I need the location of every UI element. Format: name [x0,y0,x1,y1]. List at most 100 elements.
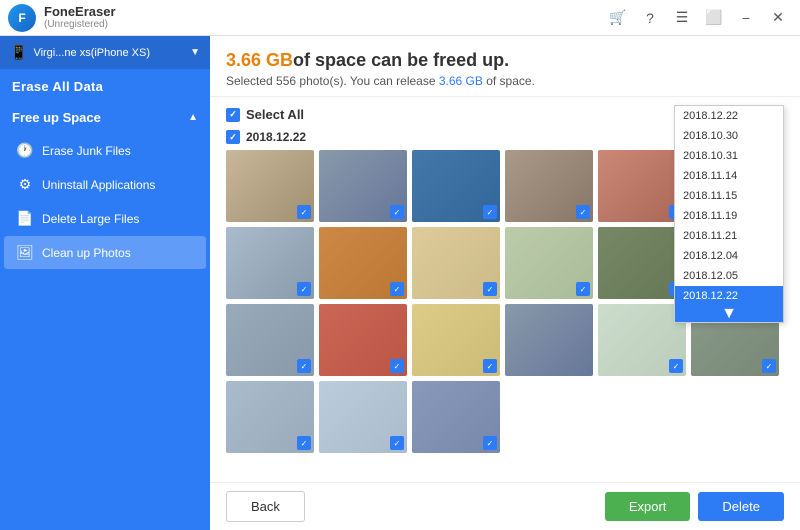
main-layout: 📱 Virgi...ne xs(iPhone XS) ▼ Erase All D… [0,36,800,530]
device-arrow-icon: ▼ [190,47,200,58]
footer-right: Export Delete [605,492,784,521]
date-group-label: 2018.12.22 [246,130,306,144]
help-button[interactable]: ? [636,4,664,32]
photo-item[interactable]: ✓ [226,227,314,299]
subtitle-prefix: Selected [226,74,276,88]
sidebar-erase-title[interactable]: Erase All Data [0,69,210,100]
subtitle-suffix: of space. [483,74,535,88]
back-button[interactable]: Back [226,491,305,522]
photo-check-icon: ✓ [297,282,311,296]
photo-check-icon: ✓ [576,282,590,296]
photo-item[interactable]: ✓ [226,304,314,376]
restore-button[interactable]: ⬜ [700,4,728,32]
device-icon: 📱 [10,44,27,61]
cart-button[interactable]: 🛒 [604,4,632,32]
photo-item[interactable]: ✓ [319,381,407,453]
photo-item[interactable]: ✓ [598,227,686,299]
delete-large-icon: 📄 [16,210,34,227]
content-panel: 3.66 GBof space can be freed up. Selecte… [210,36,800,530]
photo-item[interactable]: ✓ [598,304,686,376]
subtitle-gb: 3.66 GB [439,74,483,88]
sidebar-item-clean-photos[interactable]: 🖼 Clean up Photos [4,236,206,269]
sidebar-item-uninstall-apps[interactable]: ⚙ Uninstall Applications [4,168,206,201]
dropdown-item-8[interactable]: 2018.12.05 [675,266,783,286]
photo-item[interactable] [505,304,593,376]
photo-check-icon: ✓ [390,282,404,296]
date-checkbox[interactable]: ✓ [226,130,240,144]
uninstall-apps-label: Uninstall Applications [42,178,155,192]
title-bar-left: F FoneEraser (Unregistered) [8,4,116,32]
close-button[interactable]: ✕ [764,4,792,32]
photo-item[interactable]: ✓ [319,304,407,376]
app-logo: F [8,4,36,32]
clean-photos-label: Clean up Photos [42,246,131,260]
dropdown-item-9[interactable]: 2018.12.22 [675,286,783,306]
erase-junk-label: Erase Junk Files [42,144,131,158]
export-button[interactable]: Export [605,492,691,521]
photo-check-icon: ✓ [669,359,683,373]
menu-button[interactable]: ☰ [668,4,696,32]
sidebar-item-erase-junk[interactable]: 🕐 Erase Junk Files [4,134,206,167]
delete-button[interactable]: Delete [698,492,784,521]
photo-item[interactable]: ✓ [226,150,314,222]
free-up-group: Free up Space ▲ 🕐 Erase Junk Files ⚙ Uni… [0,102,210,270]
app-unregistered: (Unregistered) [44,19,116,31]
headline-size: 3.66 GB [226,50,293,70]
photo-item[interactable]: ✓ [319,150,407,222]
minimize-button[interactable]: − [732,4,760,32]
sidebar-item-delete-large[interactable]: 📄 Delete Large Files [4,202,206,235]
dropdown-item-5[interactable]: 2018.11.19 [675,206,783,226]
device-name: Virgi...ne xs(iPhone XS) [33,47,184,59]
content-footer: Back Export Delete [210,482,800,530]
photo-item[interactable]: ✓ [505,227,593,299]
title-bar-controls: 🛒 ? ☰ ⬜ − ✕ [604,4,792,32]
dropdown-item-4[interactable]: 2018.11.15 [675,186,783,206]
free-up-arrow-icon: ▲ [188,112,198,123]
photo-check-icon: ✓ [483,282,497,296]
photo-item[interactable]: ✓ [412,150,500,222]
content-header: 3.66 GBof space can be freed up. Selecte… [210,36,800,97]
photo-item[interactable]: ✓ [412,304,500,376]
dropdown-scroll-down[interactable]: ▼ [675,306,783,322]
photo-check-icon: ✓ [390,359,404,373]
photo-item[interactable]: ✓ [412,381,500,453]
dropdown-item-6[interactable]: 2018.11.21 [675,226,783,246]
device-selector[interactable]: 📱 Virgi...ne xs(iPhone XS) ▼ [0,36,210,69]
free-up-header[interactable]: Free up Space ▲ [0,102,210,133]
dropdown-scroll[interactable]: 2018.12.22 2018.10.30 2018.10.31 2018.11… [675,106,783,306]
content-headline: 3.66 GBof space can be freed up. [226,50,784,71]
logo-letter: F [18,11,25,25]
sidebar: 📱 Virgi...ne xs(iPhone XS) ▼ Erase All D… [0,36,210,530]
delete-large-label: Delete Large Files [42,212,139,226]
photo-check-icon: ✓ [483,436,497,450]
uninstall-apps-icon: ⚙ [16,176,34,193]
title-bar: F FoneEraser (Unregistered) 🛒 ? ☰ ⬜ − ✕ [0,0,800,36]
dropdown-item-0[interactable]: 2018.12.22 [675,106,783,126]
photo-check-icon: ✓ [483,359,497,373]
free-up-label: Free up Space [12,110,101,125]
dropdown-item-1[interactable]: 2018.10.30 [675,126,783,146]
dropdown-item-2[interactable]: 2018.10.31 [675,146,783,166]
photo-item[interactable]: ✓ [412,227,500,299]
clean-photos-icon: 🖼 [16,244,34,261]
date-dropdown-list[interactable]: 2018.12.22 2018.10.30 2018.10.31 2018.11… [674,105,784,323]
photo-item[interactable]: ✓ [598,150,686,222]
photo-item[interactable]: ✓ [226,381,314,453]
photo-check-icon: ✓ [297,359,311,373]
dropdown-item-7[interactable]: 2018.12.04 [675,246,783,266]
select-all-label: Select All [246,107,304,122]
photo-grid-row4: ✓ ✓ ✓ [226,381,784,453]
content-subtitle: Selected 556 photo(s). You can release 3… [226,74,784,88]
erase-junk-icon: 🕐 [16,142,34,159]
photo-check-icon: ✓ [576,205,590,219]
content-body: ✓ Select All ✓ 2018.12.22 ✓ ✓ [210,97,800,482]
select-all-checkbox[interactable]: ✓ [226,108,240,122]
headline-text: of space can be freed up. [293,50,509,70]
photo-item[interactable]: ✓ [319,227,407,299]
photo-check-icon: ✓ [390,436,404,450]
photo-check-icon: ✓ [762,359,776,373]
photo-check-icon: ✓ [390,205,404,219]
photo-check-icon: ✓ [483,205,497,219]
photo-item[interactable]: ✓ [505,150,593,222]
dropdown-item-3[interactable]: 2018.11.14 [675,166,783,186]
